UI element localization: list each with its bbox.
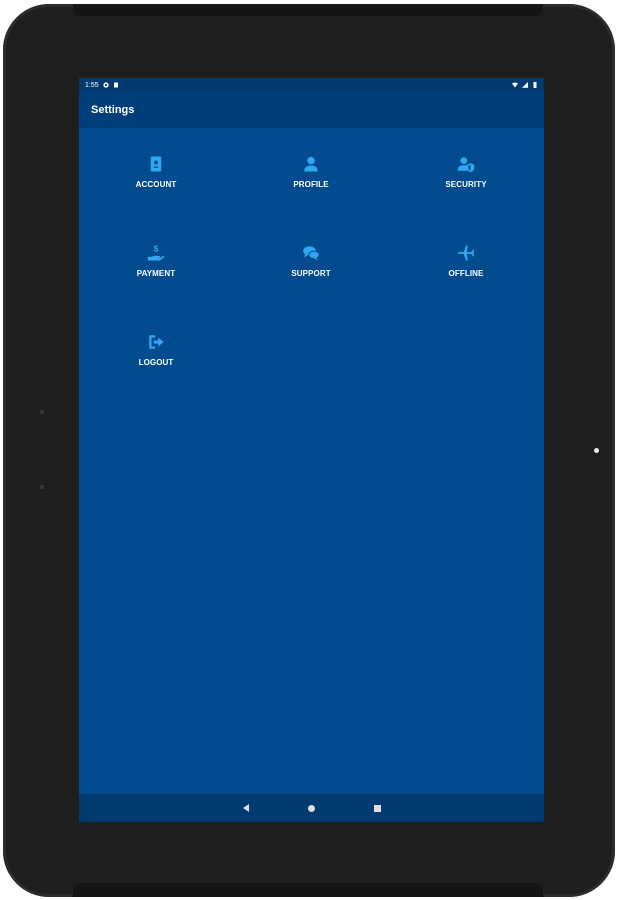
svg-text:$: $ — [154, 245, 159, 254]
signal-icon — [522, 82, 528, 88]
menu-label-offline: OFFLINE — [448, 269, 484, 278]
menu-item-profile[interactable]: PROFILE — [251, 155, 371, 205]
menu-item-security[interactable]: SECURITY — [406, 155, 526, 205]
user-shield-icon — [457, 155, 475, 173]
menu-label-security: SECURITY — [445, 180, 487, 189]
recents-button[interactable] — [372, 802, 384, 814]
hand-dollar-icon: $ — [147, 244, 165, 262]
airplane-icon — [457, 244, 475, 262]
menu-label-account: ACCOUNT — [135, 180, 177, 189]
circle-status-icon — [103, 82, 109, 88]
wifi-icon — [512, 82, 518, 88]
chat-bubbles-icon — [302, 244, 320, 262]
sensor-dot — [40, 410, 44, 414]
home-icon — [308, 804, 315, 812]
home-button[interactable] — [306, 802, 318, 814]
sd-card-icon — [113, 82, 119, 88]
tablet-screen: 1:55 Settings ACCOUNT PROFILE SECURITY $… — [79, 78, 544, 822]
menu-label-support: SUPPORT — [291, 269, 331, 278]
back-button[interactable] — [240, 802, 252, 814]
app-bar-title: Settings — [91, 104, 135, 116]
recents-icon — [374, 804, 381, 812]
status-bar: 1:55 — [79, 78, 544, 92]
status-time: 1:55 — [85, 81, 99, 89]
menu-label-profile: PROFILE — [293, 180, 329, 189]
device-bottom-edge — [73, 883, 543, 897]
menu-label-logout: LOGOUT — [138, 358, 174, 367]
device-top-edge — [73, 4, 543, 16]
sign-out-icon — [147, 333, 165, 351]
menu-item-logout[interactable]: LOGOUT — [96, 333, 216, 383]
menu-item-payment[interactable]: $ PAYMENT — [96, 244, 216, 294]
person-icon — [302, 155, 320, 173]
menu-item-support[interactable]: SUPPORT — [251, 244, 371, 294]
battery-icon — [532, 82, 538, 88]
sensor-dot — [40, 485, 44, 489]
menu-label-payment: PAYMENT — [136, 269, 176, 278]
back-icon — [242, 804, 249, 812]
app-bar: Settings — [79, 92, 544, 128]
menu-item-offline[interactable]: OFFLINE — [406, 244, 526, 294]
menu-item-account[interactable]: ACCOUNT — [96, 155, 216, 205]
front-camera-light — [594, 448, 599, 453]
navigation-bar — [79, 794, 544, 822]
account-card-icon — [147, 155, 165, 173]
